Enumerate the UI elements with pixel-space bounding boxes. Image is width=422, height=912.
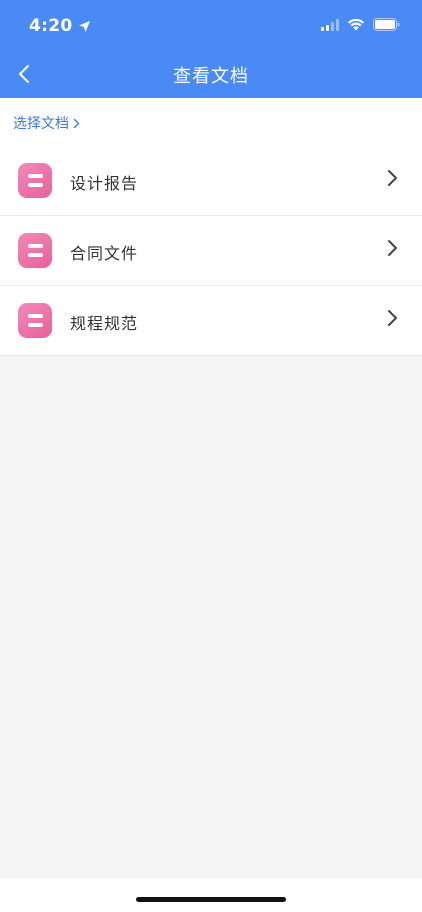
icon-bar <box>27 323 43 327</box>
cellular-signal-icon <box>321 18 339 31</box>
document-item-regulations[interactable]: 规程规范 <box>0 285 422 355</box>
document-list-icon <box>18 233 52 268</box>
document-item-design-report[interactable]: 设计报告 <box>0 146 422 215</box>
document-list: 设计报告 合同文件 规程规范 <box>0 146 422 356</box>
document-list-icon <box>18 163 52 198</box>
location-arrow-icon <box>79 20 91 32</box>
chevron-right-icon <box>388 240 397 256</box>
document-item-label: 规程规范 <box>70 314 139 333</box>
icon-bar <box>27 314 43 318</box>
breadcrumb-label: 选择文档 <box>13 116 69 132</box>
status-time: 4:20 <box>29 16 73 36</box>
battery-icon <box>373 18 400 31</box>
chevron-right-icon <box>73 118 80 128</box>
document-list-icon <box>18 303 52 338</box>
breadcrumb: 选择文档 <box>0 98 422 146</box>
nav-bar: 查看文档 <box>0 52 422 98</box>
breadcrumb-select-document[interactable]: 选择文档 <box>13 113 80 133</box>
wifi-icon <box>348 18 364 31</box>
chevron-right-icon <box>388 170 397 186</box>
icon-bar <box>27 244 43 248</box>
status-icons <box>321 18 400 31</box>
icon-bar <box>27 253 43 257</box>
document-item-label: 设计报告 <box>70 174 139 193</box>
document-item-contract-files[interactable]: 合同文件 <box>0 215 422 285</box>
icon-bar <box>27 183 43 187</box>
icon-bar <box>27 174 43 178</box>
home-indicator[interactable] <box>136 897 286 902</box>
app-header: 4:20 查看文档 <box>0 0 422 98</box>
bottom-safe-area <box>0 878 422 912</box>
status-bar: 4:20 <box>0 0 422 52</box>
document-item-label: 合同文件 <box>70 244 139 263</box>
chevron-right-icon <box>388 310 397 326</box>
status-time-group: 4:20 <box>29 16 91 36</box>
page-title: 查看文档 <box>173 66 249 87</box>
